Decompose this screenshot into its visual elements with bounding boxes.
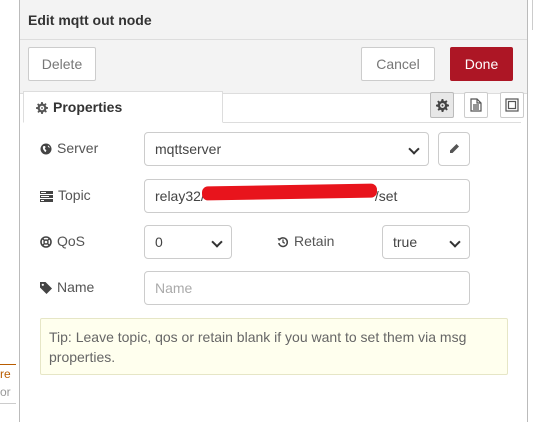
workspace-right-edge [527,0,539,422]
tab-appearance[interactable] [500,92,524,118]
qos-select[interactable]: 0 [144,225,232,259]
topic-row: Topic relay32/ /set [20,179,527,213]
qos-label-text: QoS [57,233,86,249]
redaction-mark [201,183,378,201]
topic-value-suffix: /set [374,188,398,204]
tabs-row: Properties [20,91,527,123]
retain-label-text: Retain [294,233,335,249]
background-node-label-2: or [0,385,11,399]
edit-server-button[interactable] [438,132,470,166]
server-label-text: Server [57,140,99,156]
gear-icon [36,102,48,114]
tasks-icon [40,191,53,202]
server-select-value: mqttserver [155,141,222,157]
name-label: Name [40,279,94,295]
tab-properties[interactable]: Properties [23,91,223,123]
tab-properties-label: Properties [53,99,123,115]
topic-value-prefix: relay32/ [155,188,205,204]
retain-label: Retain [277,233,334,249]
tray-title: Edit mqtt out node [20,0,527,40]
frame-icon [505,98,519,112]
tab-description[interactable] [464,92,488,118]
topic-label: Topic [40,187,91,203]
document-icon [470,98,482,112]
gear-icon [435,98,449,112]
background-node-label-1: re [0,367,11,381]
tip-box: Tip: Leave topic, qos or retain blank if… [40,318,508,375]
server-label: Server [40,140,98,156]
retain-select-value: true [393,234,418,250]
pencil-icon [449,144,459,154]
qos-retain-row: QoS 0 Retain true [20,225,527,259]
retain-select[interactable]: true [382,225,470,259]
workspace-left-edge [0,0,20,422]
name-input[interactable]: Name [144,271,470,305]
server-select[interactable]: mqttserver [144,132,429,166]
tray-toolbar: Delete Cancel Done [20,40,527,94]
tag-icon [40,282,52,294]
done-button[interactable]: Done [450,47,513,81]
name-row: Name Name [20,271,527,305]
history-icon [277,237,289,248]
qos-label: QoS [40,233,85,249]
delete-button[interactable]: Delete [28,47,96,81]
name-input-placeholder: Name [155,280,193,296]
topic-label-text: Topic [58,187,91,203]
edit-node-tray: Edit mqtt out node Delete Cancel Done Pr… [19,0,528,422]
tab-settings[interactable] [430,92,454,118]
qos-select-value: 0 [155,234,163,250]
globe-icon [40,143,52,155]
background-node[interactable]: re or [0,364,16,404]
topic-input[interactable]: relay32/ /set [144,179,470,213]
life-ring-icon [40,236,52,248]
server-row: Server mqttserver [20,132,527,166]
name-label-text: Name [57,279,95,295]
cancel-button[interactable]: Cancel [361,47,435,81]
